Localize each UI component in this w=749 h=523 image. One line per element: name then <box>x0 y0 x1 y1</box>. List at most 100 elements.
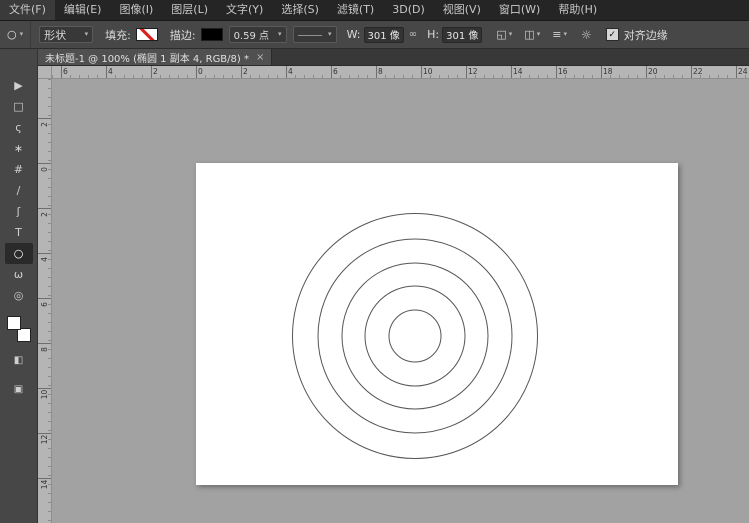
horizontal-ruler[interactable]: 642024681012141618202224 <box>52 66 749 79</box>
caret-down-icon: ▾ <box>278 31 282 38</box>
ruler-number: 10 <box>423 67 433 76</box>
fill-swatch[interactable] <box>136 28 158 41</box>
gear-button[interactable]: ☼ <box>579 27 594 43</box>
hand-tool[interactable]: ω <box>5 264 33 285</box>
caret-down-icon: ▾ <box>563 31 567 38</box>
ellipse-tool[interactable]: ○ <box>5 243 33 264</box>
menu-edit[interactable]: 编辑(E) <box>55 0 111 20</box>
ruler-number: 0 <box>198 67 203 76</box>
stroke-width-select[interactable]: 0.59 点 ▾ <box>229 26 287 43</box>
caret-down-icon: ▾ <box>537 31 541 38</box>
background-color-swatch[interactable] <box>17 328 31 342</box>
stroke-width-value: 0.59 点 <box>234 27 269 42</box>
tool-mode-value: 形状 <box>44 27 66 43</box>
ruler-number: 12 <box>40 433 49 446</box>
marquee-tool[interactable]: □ <box>5 96 33 117</box>
ruler-number: 6 <box>63 67 68 76</box>
caret-down-icon: ▾ <box>20 31 24 38</box>
menu-3d[interactable]: 3D(D) <box>383 0 434 20</box>
options-bar: ○ ▾ 形状 ▾ 填充: 描边: 0.59 点 ▾ ———— ▾ W: 301 … <box>0 21 749 49</box>
line-style-icon: ———— <box>298 31 322 39</box>
canvas-area[interactable] <box>52 79 749 523</box>
align-edges-checkbox[interactable]: ✓ <box>606 28 619 41</box>
ruler-number: 8 <box>378 67 383 76</box>
ellipse-shape[interactable] <box>293 214 538 459</box>
eyedropper-tool[interactable]: ∕ <box>5 180 33 201</box>
path-arrange-icon: ≡ <box>552 28 561 41</box>
menu-view[interactable]: 视图(V) <box>434 0 490 20</box>
height-value: 301 像 <box>446 27 478 42</box>
ruler-number: 12 <box>468 67 478 76</box>
screen-mode-button[interactable]: ▣ <box>5 379 33 400</box>
quick-selection-tool[interactable]: ∗ <box>5 138 33 159</box>
document-canvas[interactable] <box>196 163 678 485</box>
link-dimensions-icon[interactable]: ∞ <box>409 29 417 40</box>
vertical-ruler[interactable]: 202468101214 <box>38 79 52 523</box>
hand-tool-icon: ω <box>14 268 23 281</box>
align-edges-label: 对齐边缘 <box>624 27 668 43</box>
path-arrange-button[interactable]: ≡ ▾ <box>550 27 569 42</box>
width-label: W: <box>347 28 361 41</box>
zoom-tool-icon: ◎ <box>14 289 24 302</box>
circles-svg <box>196 163 678 485</box>
document-tab-title: 未标题-1 @ 100% (椭圆 1 副本 4, RGB/8) * <box>45 50 249 65</box>
ruler-number: 4 <box>288 67 293 76</box>
ruler-number: 22 <box>693 67 703 76</box>
eyedropper-tool-icon: ∕ <box>17 184 21 197</box>
stroke-style-select[interactable]: ———— ▾ <box>293 26 337 43</box>
ellipse-shape[interactable] <box>365 286 465 386</box>
tool-preset-picker[interactable]: ○ ▾ <box>0 21 31 48</box>
menu-image[interactable]: 图像(I) <box>110 0 162 20</box>
ruler-number: 2 <box>40 118 49 131</box>
menu-window[interactable]: 窗口(W) <box>490 0 549 20</box>
screen-mode-icon: ▣ <box>14 384 23 395</box>
close-icon[interactable]: × <box>256 52 264 63</box>
ruler-number: 18 <box>603 67 613 76</box>
path-operations-button[interactable]: ◱ ▾ <box>494 27 514 42</box>
tools-panel: ▶ □ ς ∗ # ∕ ʃ T ○ ω ◎ ◧ ▣ <box>0 49 38 523</box>
tool-mode-select[interactable]: 形状 ▾ <box>39 26 93 43</box>
width-input[interactable]: 301 像 <box>364 27 404 43</box>
foreground-color-swatch[interactable] <box>7 316 21 330</box>
ellipse-tool-icon: ○ <box>7 28 17 41</box>
menu-file[interactable]: 文件(F) <box>0 0 55 20</box>
ruler-number: 2 <box>153 67 158 76</box>
menu-help[interactable]: 帮助(H) <box>549 0 606 20</box>
stroke-swatch[interactable] <box>201 28 223 41</box>
ruler-number: 4 <box>108 67 113 76</box>
caret-down-icon: ▾ <box>85 31 89 38</box>
ellipse-shape[interactable] <box>389 310 441 362</box>
crop-tool[interactable]: # <box>5 159 33 180</box>
document-tab-bar: 未标题-1 @ 100% (椭圆 1 副本 4, RGB/8) * × <box>38 49 749 66</box>
brush-tool[interactable]: ʃ <box>5 201 33 222</box>
height-input[interactable]: 301 像 <box>442 27 482 43</box>
check-icon: ✓ <box>608 30 616 40</box>
crop-tool-icon: # <box>14 163 23 176</box>
ruler-number: 2 <box>40 208 49 221</box>
caret-down-icon: ▾ <box>328 31 332 38</box>
ruler-number: 4 <box>40 253 49 266</box>
ellipse-shape[interactable] <box>342 263 488 409</box>
quick-selection-tool-icon: ∗ <box>14 142 23 155</box>
gear-icon: ☼ <box>581 28 592 42</box>
menu-type[interactable]: 文字(Y) <box>217 0 272 20</box>
ruler-number: 0 <box>40 163 49 176</box>
fill-label: 填充: <box>105 27 131 43</box>
menu-layer[interactable]: 图层(L) <box>162 0 217 20</box>
path-alignment-button[interactable]: ◫ ▾ <box>522 27 542 42</box>
ruler-number: 2 <box>243 67 248 76</box>
lasso-tool-icon: ς <box>15 121 21 134</box>
ruler-number: 6 <box>333 67 338 76</box>
document-tab[interactable]: 未标题-1 @ 100% (椭圆 1 副本 4, RGB/8) * × <box>38 49 272 65</box>
zoom-tool[interactable]: ◎ <box>5 285 33 306</box>
ruler-number: 6 <box>40 298 49 311</box>
lasso-tool[interactable]: ς <box>5 117 33 138</box>
color-swatches <box>7 316 31 342</box>
ellipse-shape[interactable] <box>318 239 512 433</box>
move-tool[interactable]: ▶ <box>5 75 33 96</box>
caret-down-icon: ▾ <box>509 31 513 38</box>
type-tool[interactable]: T <box>5 222 33 243</box>
quick-mask-button[interactable]: ◧ <box>5 350 33 371</box>
menu-select[interactable]: 选择(S) <box>272 0 328 20</box>
menu-filter[interactable]: 滤镜(T) <box>328 0 383 20</box>
